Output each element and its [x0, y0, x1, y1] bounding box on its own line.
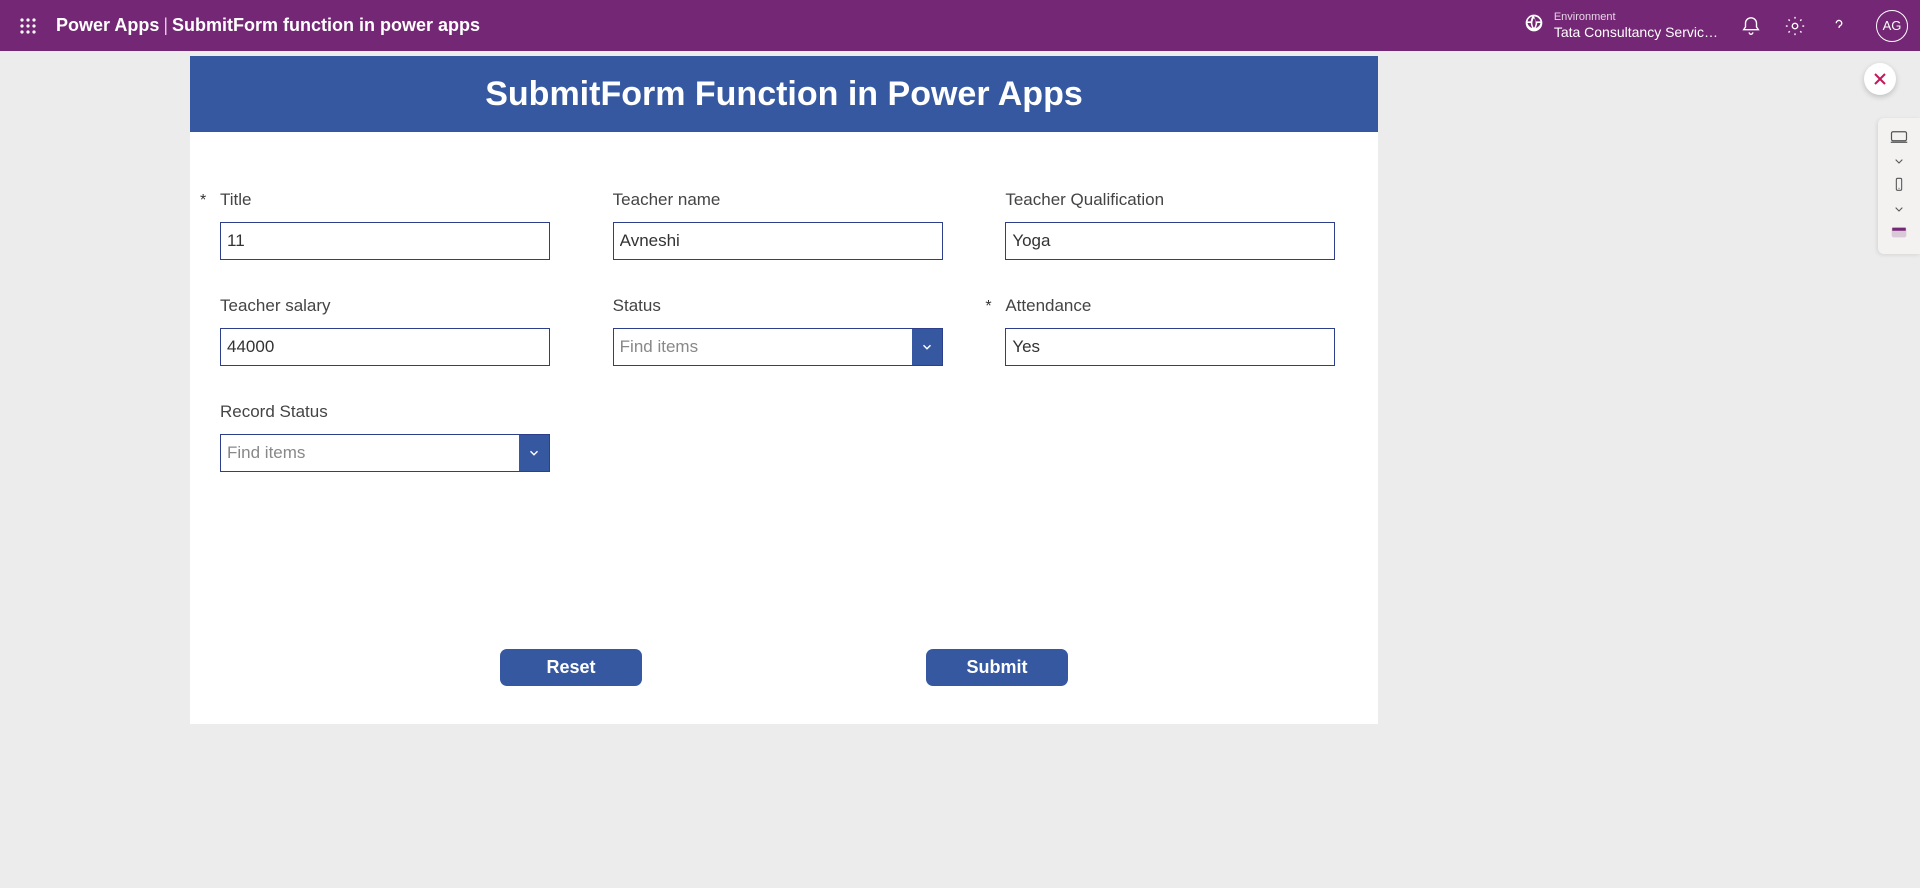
device-mobile-icon[interactable]: [1885, 174, 1913, 196]
form-buttons: Reset Submit: [190, 649, 1378, 686]
app-launcher-icon[interactable]: [12, 10, 44, 42]
canvas-title-bar: SubmitForm Function in Power Apps: [190, 56, 1378, 132]
device-desktop-icon[interactable]: [1885, 126, 1913, 148]
teacher-name-input[interactable]: [614, 223, 942, 259]
reset-button[interactable]: Reset: [500, 649, 642, 686]
brand-separator: |: [163, 15, 168, 36]
field-label: Title: [220, 190, 563, 210]
environment-selector[interactable]: Environment Tata Consultancy Servic…: [1524, 11, 1718, 40]
field-label: Teacher Qualification: [1005, 190, 1348, 210]
app-name: SubmitForm function in power apps: [172, 15, 480, 36]
canvas-title: SubmitForm Function in Power Apps: [485, 75, 1083, 114]
title-input[interactable]: [221, 223, 549, 259]
chevron-down-icon[interactable]: [1885, 150, 1913, 172]
teacher-salary-input[interactable]: [221, 329, 549, 365]
help-icon[interactable]: [1828, 15, 1850, 37]
close-preview-button[interactable]: [1864, 63, 1896, 95]
field-title: * Title: [220, 190, 563, 260]
field-record-status: Record Status: [220, 402, 563, 472]
field-label: Teacher salary: [220, 296, 563, 316]
environment-label: Environment: [1554, 11, 1718, 24]
app-header: Power Apps | SubmitForm function in powe…: [0, 0, 1920, 51]
globe-icon: [1524, 13, 1544, 38]
notifications-icon[interactable]: [1740, 15, 1762, 37]
field-label: Teacher name: [613, 190, 956, 210]
user-avatar[interactable]: AG: [1876, 10, 1908, 42]
required-asterisk: *: [985, 298, 991, 316]
avatar-initials: AG: [1883, 18, 1902, 33]
field-label: Status: [613, 296, 956, 316]
field-label: Attendance: [1005, 296, 1348, 316]
required-asterisk: *: [200, 192, 206, 210]
app-canvas: SubmitForm Function in Power Apps * Titl…: [190, 56, 1378, 724]
chevron-down-icon[interactable]: [1885, 198, 1913, 220]
teacher-qualification-input[interactable]: [1006, 223, 1334, 259]
status-dropdown-button[interactable]: [912, 329, 942, 365]
device-custom-icon[interactable]: [1885, 222, 1913, 244]
settings-icon[interactable]: [1784, 15, 1806, 37]
field-teacher-salary: Teacher salary: [220, 296, 563, 366]
submit-button[interactable]: Submit: [926, 649, 1068, 686]
field-label: Record Status: [220, 402, 563, 422]
attendance-input[interactable]: [1006, 329, 1334, 365]
brand-name[interactable]: Power Apps: [56, 15, 159, 36]
record-status-dropdown-button[interactable]: [519, 435, 549, 471]
environment-name: Tata Consultancy Servic…: [1554, 24, 1718, 40]
status-combobox-input[interactable]: [614, 329, 912, 365]
form: * Title Teacher name Teacher Qualificati…: [190, 132, 1378, 472]
record-status-combobox-input[interactable]: [221, 435, 519, 471]
field-teacher-qualification: Teacher Qualification: [1005, 190, 1348, 260]
device-preview-dock: [1878, 118, 1920, 254]
field-status: Status: [613, 296, 956, 366]
field-teacher-name: Teacher name: [613, 190, 956, 260]
field-attendance: * Attendance: [1005, 296, 1348, 366]
